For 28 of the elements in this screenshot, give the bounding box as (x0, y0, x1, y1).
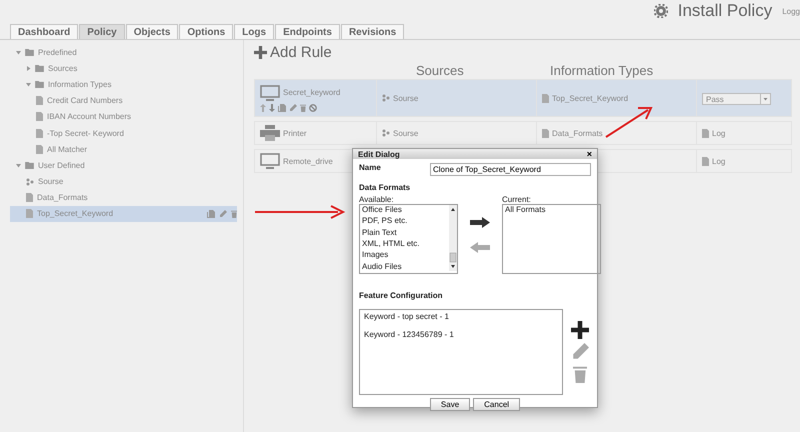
action-label: Log (712, 156, 726, 166)
rule-name: Printer (283, 128, 307, 138)
rule-name: Remote_drive (283, 156, 333, 166)
tree-item-label: -Top Secret- Keyword (47, 128, 125, 138)
tree-item-label: All Matcher (47, 144, 88, 154)
name-label: Name (359, 163, 381, 174)
current-label: Current: (502, 195, 532, 204)
rule-name: Secret_keyword (283, 88, 340, 97)
tree-item-label: IBAN Account Numbers (47, 112, 132, 122)
tree-item-label: Predefined (38, 48, 78, 57)
column-header: Sources (415, 63, 465, 79)
data-formats-heading: Data Formats (359, 183, 412, 192)
action-label: Log (712, 128, 726, 138)
tree-item-label: Credit Card Numbers (47, 96, 124, 106)
tree-item-label: User Defined (38, 160, 86, 170)
tree-item-label: Sourse (38, 177, 64, 186)
dialog-title: Edit Dialog (358, 150, 400, 158)
tree-item-label: Data_Formats (37, 193, 89, 202)
tree-item-label: Top_Secret_Keyword (37, 209, 114, 218)
available-label: Available: (359, 195, 395, 204)
source-label: Sourse (393, 128, 418, 138)
column-header: Information Types (549, 63, 654, 79)
information-type-label: Data_Formats (552, 128, 603, 138)
information-type-label: Top_Secret_Keyword (552, 94, 628, 102)
feature-configuration-heading: Feature Configuration (359, 291, 444, 300)
source-label: Sourse (393, 94, 418, 102)
tree-item-label: Information Types (48, 80, 112, 89)
tree-item-label: Sources (48, 64, 78, 73)
